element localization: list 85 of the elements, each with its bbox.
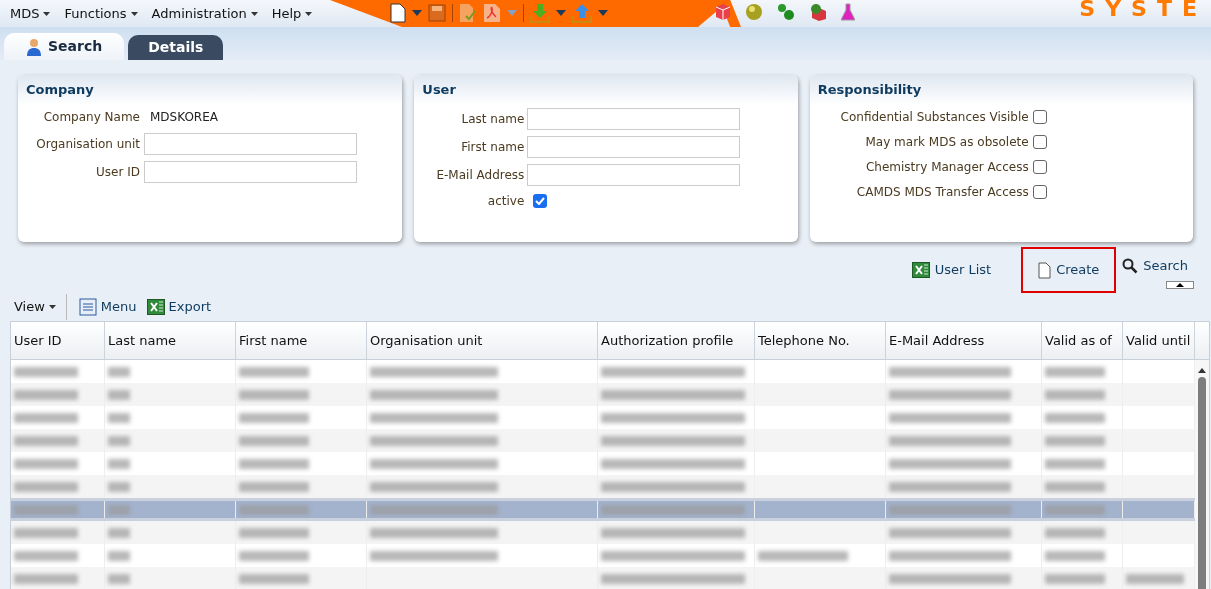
caret-icon [250, 11, 258, 16]
panel-title: Responsibility [817, 81, 922, 100]
download-icon[interactable] [530, 3, 550, 23]
checkbox[interactable] [1032, 184, 1047, 199]
caret-icon [130, 11, 138, 16]
checkbox-label: Chemistry Manager Access [864, 158, 1029, 176]
user-icon [26, 37, 42, 56]
menu-item[interactable]: Functions [64, 3, 138, 24]
panel-title: Company [26, 81, 94, 100]
table-row[interactable] [11, 383, 1195, 406]
column-header[interactable]: E-Mail Address [886, 322, 1042, 359]
field-label: User ID [95, 163, 141, 181]
panel-title: User [422, 81, 456, 100]
document-icon[interactable] [390, 3, 406, 23]
input-field[interactable] [144, 132, 357, 155]
checkbox[interactable] [1032, 134, 1047, 149]
table-row[interactable] [11, 475, 1195, 498]
field-label: Company Name [42, 109, 141, 126]
toolbar-button[interactable]: Export [146, 297, 212, 317]
action-button[interactable]: User List [905, 255, 998, 285]
field-label: active [486, 193, 526, 210]
checkbox[interactable] [1032, 159, 1047, 174]
search-icon [1122, 258, 1139, 274]
table-row[interactable] [11, 567, 1195, 589]
document-icon [1038, 261, 1052, 279]
action-button[interactable]: Create [1021, 247, 1117, 293]
scroll-up-icon[interactable] [1198, 368, 1206, 373]
caret-icon [412, 10, 422, 16]
input-field[interactable] [527, 163, 741, 186]
document-check-icon[interactable] [459, 3, 477, 23]
tab[interactable]: Details [128, 35, 224, 60]
column-header[interactable]: Telephone No. [755, 322, 886, 359]
table-row[interactable] [11, 521, 1195, 544]
column-header[interactable]: First name [236, 322, 367, 359]
sphere-icon[interactable] [745, 3, 763, 21]
table-row[interactable] [11, 498, 1195, 521]
column-header[interactable]: Valid until [1123, 322, 1195, 359]
menu-item[interactable]: Administration [151, 3, 258, 24]
checkbox-label: Confidential Substances Visible [839, 108, 1029, 126]
table-row[interactable] [11, 452, 1195, 475]
checkbox[interactable] [1032, 109, 1047, 124]
column-header[interactable]: Authorization profile [598, 322, 755, 359]
logo-text: SYSTE [1079, 0, 1207, 23]
input-field[interactable] [527, 107, 741, 130]
column-header[interactable]: Organisation unit [367, 322, 598, 359]
field-label: Organisation unit [35, 135, 141, 153]
field-label: E-Mail Address [435, 166, 526, 184]
caret-icon [305, 11, 313, 16]
caret-icon [48, 305, 56, 309]
cube-icon[interactable] [715, 3, 731, 21]
input-field[interactable] [144, 160, 357, 183]
scrollbar-thumb[interactable] [1198, 377, 1206, 589]
molecule-icon[interactable] [777, 3, 795, 21]
menu-item[interactable]: MDS [10, 3, 51, 24]
checkbox-label: May mark MDS as obsolete [864, 133, 1029, 151]
spreadsheet-icon [146, 299, 165, 315]
table-row[interactable] [11, 429, 1195, 452]
caret-icon [43, 11, 51, 16]
flask-icon[interactable] [841, 3, 855, 21]
input-field[interactable] [527, 135, 741, 158]
action-button[interactable]: Search [1116, 251, 1194, 281]
table-row[interactable] [11, 406, 1195, 429]
pdf-icon[interactable] [483, 3, 501, 23]
caret-icon [598, 10, 608, 16]
column-header[interactable]: Valid as of [1042, 322, 1123, 359]
menu-item[interactable]: Help [271, 3, 313, 24]
field-value: MDSKOREA [149, 109, 218, 126]
checkbox-label: CAMDS MDS Transfer Access [855, 183, 1029, 201]
field-label: First name [460, 138, 526, 156]
caret-icon [507, 10, 517, 16]
field-label: Last name [460, 110, 526, 128]
upload-icon[interactable] [572, 3, 592, 23]
menu-icon [78, 298, 97, 316]
table-row[interactable] [11, 544, 1195, 567]
spreadsheet-icon [911, 262, 930, 278]
tab[interactable]: Search [4, 33, 125, 60]
floppy-icon[interactable] [428, 4, 446, 22]
caret-icon [556, 10, 566, 16]
column-header[interactable]: Last name [105, 322, 236, 359]
toolbar-button[interactable]: View [14, 294, 67, 320]
checkbox[interactable] [533, 194, 548, 208]
collapse-icon[interactable] [1166, 281, 1194, 289]
column-header[interactable]: User ID [11, 322, 105, 359]
toolbar-button[interactable]: Menu [78, 297, 137, 317]
sphere-cube-icon[interactable] [809, 3, 827, 21]
